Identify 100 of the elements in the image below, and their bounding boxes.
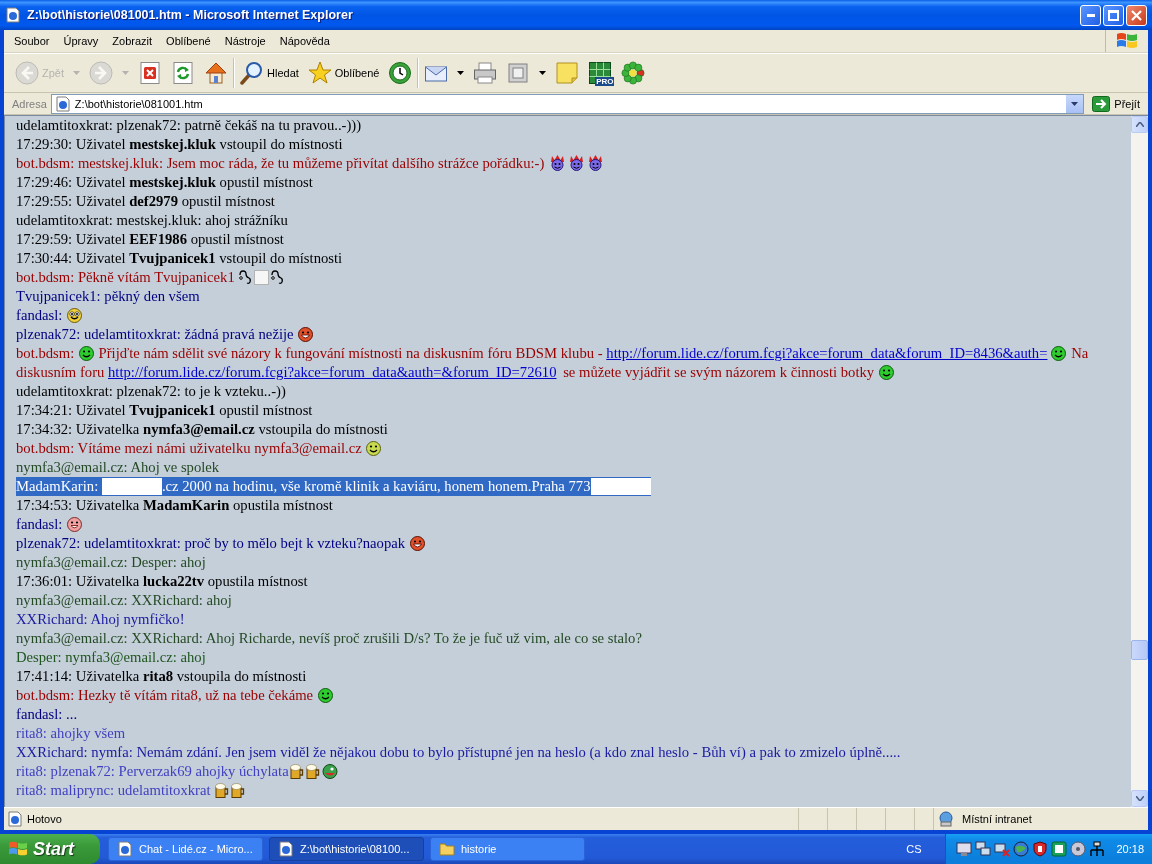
chat-message: MadamKarin: .cz 2000 na hodinu, vše kromě klinik a kaviáru, honem honem.Praha 773 xyxy=(16,477,651,496)
globe-icon xyxy=(1013,841,1030,857)
toolbar-button[interactable]: Oblíbené xyxy=(305,56,382,90)
toolbar-button[interactable]: Hledat xyxy=(238,56,301,90)
chat-message: fandasl: xyxy=(16,306,84,325)
beer-mug-icon xyxy=(231,783,246,798)
chat-message: 17:34:53: Uživatelka MadamKarin opustila místnost xyxy=(16,496,333,515)
clock-icon xyxy=(388,61,413,85)
network-icon xyxy=(1089,841,1106,857)
taskbar-button[interactable]: historie xyxy=(430,837,585,861)
maximize-button[interactable] xyxy=(1103,4,1124,26)
beer-mug-icon xyxy=(305,764,320,779)
chat-message: fandasl: xyxy=(16,515,84,534)
smiley-icon xyxy=(317,688,333,703)
link[interactable]: http://forum.lide.cz/forum.fcgi?akce=forum_data&auth=&forum_ID=72610 xyxy=(108,364,557,380)
chat-message: nymfa3@email.cz: XXRichard: Ahoj Richarde, nevíš proč zrušili D/s? To že je fuč už vim, ale co se stalo? xyxy=(16,629,642,648)
caret-icon xyxy=(1071,101,1079,106)
refresh-icon xyxy=(171,61,195,85)
close-button[interactable] xyxy=(1126,4,1147,26)
network-icon xyxy=(994,841,1011,857)
toolbar-button[interactable]: PRO xyxy=(586,56,615,90)
hook-icon xyxy=(271,270,285,285)
chat-message: XXRichard: Ahoj nymfičko! xyxy=(16,610,185,629)
smiley-icon xyxy=(67,517,83,532)
smiley-icon xyxy=(67,308,83,323)
scrollbar-thumb[interactable] xyxy=(1131,640,1148,660)
chat-message: rita8: maliprync: udelamtitoxkrat xyxy=(16,781,247,800)
face-icon xyxy=(321,764,338,779)
scroll-down-button[interactable] xyxy=(1131,790,1148,807)
flag-icon xyxy=(8,840,28,858)
status-text: Hotovo xyxy=(27,813,62,825)
redaction-block xyxy=(590,478,651,495)
crowned-face-icon xyxy=(548,155,566,171)
grid-icon xyxy=(588,61,613,85)
menu-item[interactable]: Soubor xyxy=(7,35,57,47)
close-icon xyxy=(1131,9,1142,21)
menu-item[interactable]: Oblíbené xyxy=(159,35,218,47)
address-label: Adresa xyxy=(12,97,47,110)
menu-item[interactable]: Zobrazit xyxy=(105,35,160,47)
pro-badge: PRO xyxy=(595,77,615,86)
star-icon xyxy=(307,61,332,85)
maximize-icon xyxy=(1108,9,1119,21)
chat-message: rita8: ahojky všem xyxy=(16,724,126,743)
menu-item[interactable]: Nápověda xyxy=(272,35,337,47)
dropdown-button[interactable] xyxy=(1066,94,1084,113)
chat-message: Desper: nymfa3@email.cz: ahoj xyxy=(16,648,206,667)
chat-message: udelamtitoxkrat: plzenak72: to je k vzteku..-)) xyxy=(16,382,286,401)
stop-icon xyxy=(138,61,162,85)
start-button[interactable]: Start xyxy=(0,834,100,864)
chat-message: nymfa3@email.cz: Desper: ahoj xyxy=(16,553,206,572)
page-icon xyxy=(5,7,21,23)
page-icon xyxy=(278,841,294,857)
chat-message: nymfa3@email.cz: XXRichard: ahoj xyxy=(16,591,232,610)
address-field[interactable]: Z:\bot\historie\081001.htm xyxy=(50,93,1085,114)
note-icon xyxy=(555,61,580,85)
chat-message: 17:34:32: Uživatelka nymfa3@email.cz vstoupila do místnosti xyxy=(16,420,388,439)
go-button[interactable]: Přejít xyxy=(1088,95,1144,112)
taskbar-button[interactable]: Chat - Lidé.cz - Micro... xyxy=(108,837,263,861)
window-title: Z:\bot\historie\081001.htm - Microsoft Internet Explorer xyxy=(27,8,353,22)
search-icon xyxy=(240,61,264,85)
chat-message: fandasl: ... xyxy=(16,705,78,724)
chat-message: 17:29:30: Uživatel mestskej.kluk vstoupil do místnosti xyxy=(16,135,343,154)
chat-message: bot.bdsm: Hezky tě vítám rita8, už na tebe čekáme xyxy=(16,686,334,705)
caret-icon xyxy=(457,71,465,75)
monitor-icon xyxy=(956,841,973,857)
chat-message: 17:29:55: Uživatel def2979 opustil místnost xyxy=(16,192,275,211)
smiley-icon xyxy=(78,346,94,361)
language-indicator[interactable]: CS xyxy=(906,843,922,855)
scroll-up-button[interactable] xyxy=(1131,116,1148,133)
chat-message: XXRichard: nymfa: Nemám zdání. Jen jsem viděl že nějakou dobu to bylo přístupné jen na heslo (a kdo znal heslo - Bůh ví) a pak to zmizelo úplně..... xyxy=(16,743,901,762)
caret-icon xyxy=(73,71,80,75)
chat-message: plzenak72: udelamtitoxkrat: žádná pravá nežije xyxy=(16,325,315,344)
redaction-block xyxy=(101,478,162,495)
taskbar-button[interactable]: Z:\bot\historie\08100... xyxy=(269,837,424,861)
smiley-icon xyxy=(878,365,894,380)
disc-icon xyxy=(1070,841,1087,857)
home-icon xyxy=(204,61,228,85)
menu-item[interactable]: Nástroje xyxy=(217,35,273,47)
window-icon xyxy=(506,61,531,85)
crowned-face-icon xyxy=(567,155,585,171)
minimize-button[interactable] xyxy=(1080,4,1101,26)
chat-message: 17:30:44: Uživatel Tvujpanicek1 vstoupil do místnosti xyxy=(16,249,343,268)
flag-icon xyxy=(1116,31,1138,51)
image-placeholder-icon xyxy=(254,270,270,285)
chat-message: bot.bdsm: Přijďte nám sdělit své názory k fungování místnosti na diskusním fóru BDSM klubu - http://forum.lide.cz/forum.fcgi?akce=forum_data&forum_ID=8436&auth= Na diskusním foru http://forum.lide.cz/forum.fcgi?akce=forum_data&auth=&forum_ID=72610 se můžete vyjádřit se svým názorem k činnosti botky xyxy=(16,344,1090,382)
shield-icon xyxy=(1032,841,1049,857)
chat-message: bot.bdsm: mestskej.kluk: Jsem moc ráda, že tu můžeme přivítat dalšího strážce pořádku:-) xyxy=(16,154,605,173)
menu-item[interactable]: Úpravy xyxy=(56,35,106,47)
beer-mug-icon xyxy=(289,764,304,779)
link[interactable]: http://forum.lide.cz/forum.fcgi?akce=forum_data&forum_ID=8436&auth= xyxy=(606,345,1048,361)
chat-message: 17:29:46: Uživatel mestskej.kluk opustil místnost xyxy=(16,173,313,192)
beer-mug-icon xyxy=(215,783,230,798)
chat-message: nymfa3@email.cz: Ahoj ve spolek xyxy=(16,458,220,477)
caret-icon xyxy=(122,71,129,75)
back-icon xyxy=(15,61,39,85)
chat-message: 17:41:14: Uživatelka rita8 vstoupila do místnosti xyxy=(16,667,307,686)
chat-message: rita8: plzenak72: Perverzak69 ahojky úchylata xyxy=(16,762,339,781)
printer-icon xyxy=(473,61,498,85)
laughing-face-icon xyxy=(409,536,425,551)
page-icon xyxy=(7,811,23,827)
